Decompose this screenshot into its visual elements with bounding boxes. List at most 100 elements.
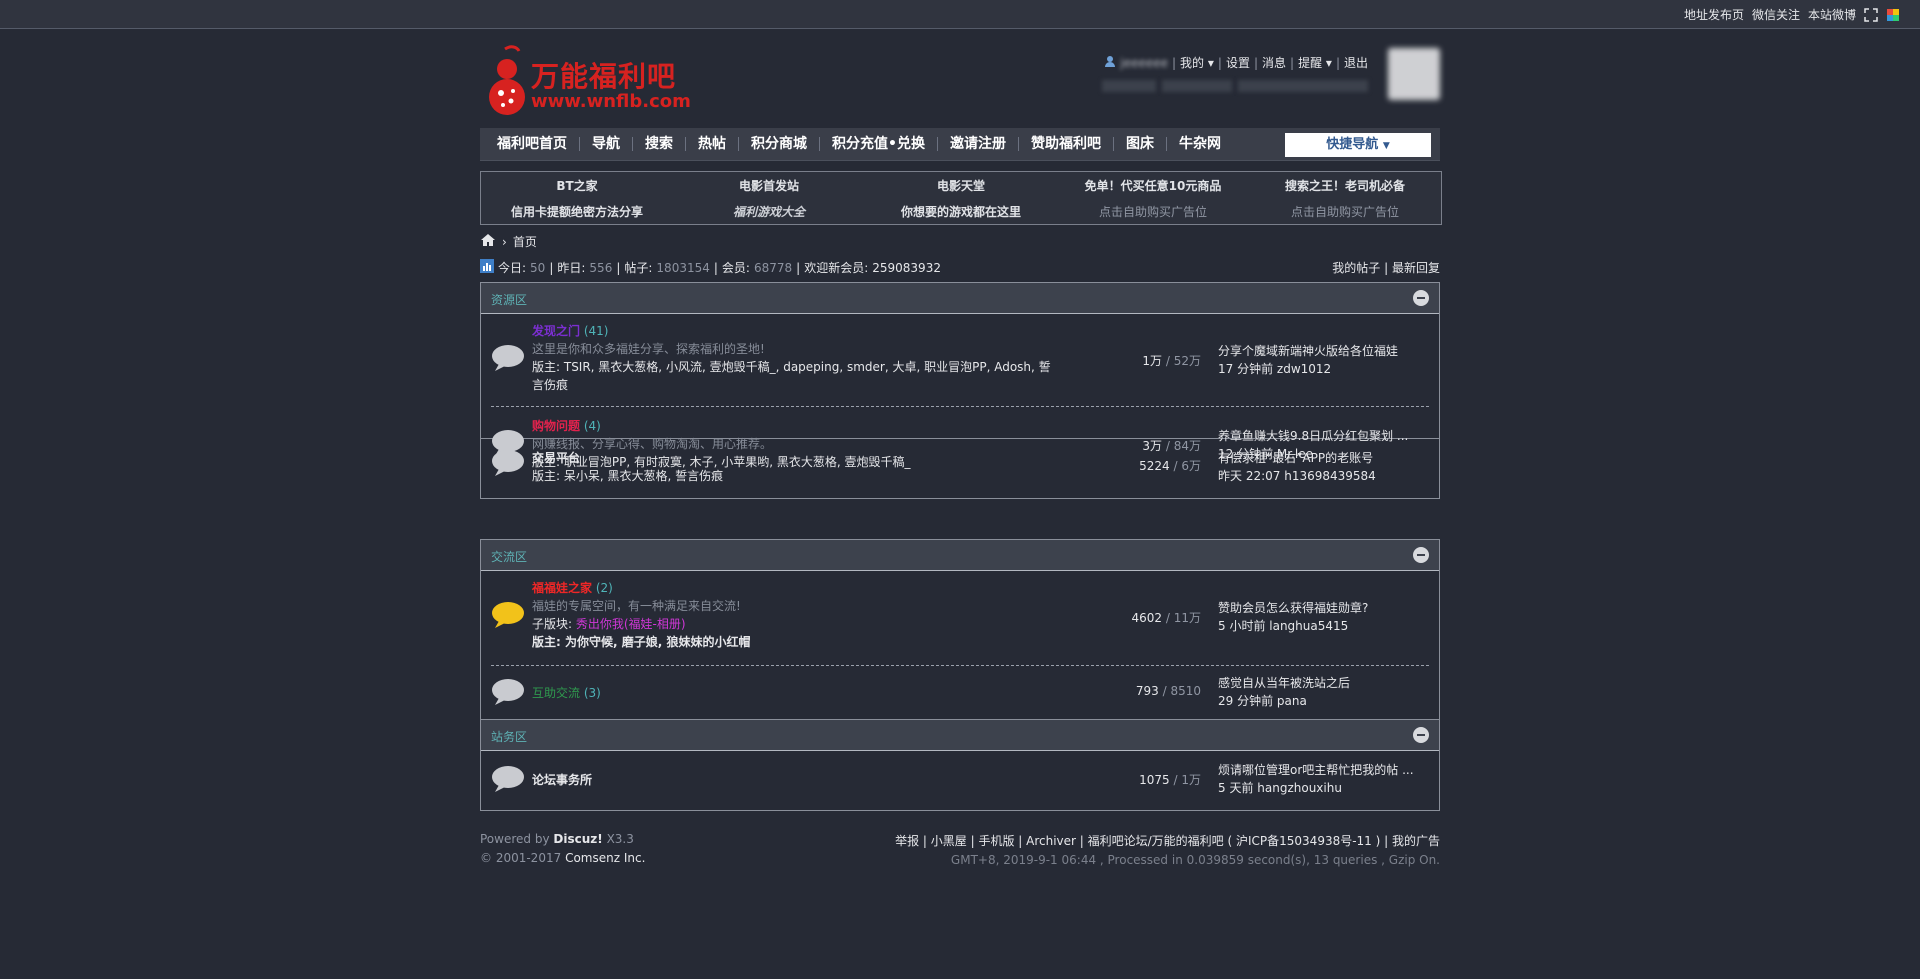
- user-bar: jeeeeee | 我的 ▾ | 设置 | 消息 | 提醒 ▾ | 退出: [1104, 54, 1368, 71]
- ad-link[interactable]: 搜索之王！老司机必备: [1249, 177, 1441, 194]
- footer-links[interactable]: 举报 | 小黑屋 | 手机版 | Archiver | 福利吧论坛/万能的福利吧…: [895, 832, 1440, 849]
- ad-link[interactable]: 电影首发站: [673, 177, 865, 194]
- user-menu-settings[interactable]: 设置: [1226, 54, 1250, 71]
- ad-link[interactable]: 点击自助购买广告位: [1249, 203, 1441, 220]
- stats-yesterday: 556: [589, 260, 613, 275]
- nav-item-mall[interactable]: 积分商城: [739, 137, 820, 151]
- forum-desc: 福娃的专属空间，有一种满足来自交流!: [532, 599, 741, 613]
- ad-link[interactable]: 你想要的游戏都在这里: [865, 203, 1057, 220]
- collapse-icon[interactable]: [1413, 547, 1429, 563]
- breadcrumb-separator: ›: [502, 234, 507, 249]
- forum-moderators: 版主: TSIR, 黑衣大葱格, 小风流, 壹炮毁千稿_, dapeping, …: [532, 360, 1051, 392]
- last-post-meta[interactable]: 5 小时前 langhua5415: [1218, 619, 1348, 633]
- stats-today-label: 今日:: [498, 261, 527, 275]
- forum-stats: 793 / 8510: [1135, 684, 1201, 698]
- nav-item-sponsor[interactable]: 赞助福利吧: [1019, 137, 1114, 151]
- top-link-weibo[interactable]: 本站微博: [1808, 6, 1856, 23]
- last-post-meta[interactable]: 5 天前 hangzhouxihu: [1218, 781, 1342, 795]
- subforum-link[interactable]: 秀出你我(福娃-相册): [576, 617, 686, 631]
- ad-link[interactable]: 免单！代买任意10元商品: [1057, 177, 1249, 194]
- section-title[interactable]: 交流区: [491, 548, 527, 565]
- stats-members: 68778: [753, 260, 793, 275]
- stats-members-label: 会员:: [721, 261, 750, 275]
- home-icon[interactable]: [480, 233, 496, 250]
- section-resources-cont: 交易平台 版主: 呆小呆, 黑衣大葱格, 誓言伤痕 5224 / 6万 有偿求租…: [480, 437, 1440, 499]
- section-title[interactable]: 站务区: [491, 728, 527, 745]
- section-header: 站务区: [481, 720, 1439, 751]
- site-logo[interactable]: 万能福利吧 www.wnflb.com: [483, 43, 691, 119]
- top-link-address[interactable]: 地址发布页: [1684, 6, 1744, 23]
- ad-links: BT之家 电影首发站 电影天堂 免单！代买任意10元商品 搜索之王！老司机必备 …: [480, 171, 1442, 225]
- quick-nav-button[interactable]: 快捷导航 ▼: [1285, 133, 1431, 157]
- user-menu-mine[interactable]: 我的 ▾: [1180, 54, 1214, 71]
- color-theme-icon[interactable]: [1886, 8, 1900, 22]
- section-title[interactable]: 资源区: [491, 291, 527, 308]
- forum-name[interactable]: 购物问题: [532, 419, 580, 433]
- top-link-wechat[interactable]: 微信关注: [1752, 6, 1800, 23]
- last-post-title[interactable]: 感觉自从当年被洗站之后: [1218, 676, 1350, 690]
- forum-bubble-icon: [492, 766, 524, 792]
- fullscreen-icon[interactable]: [1864, 7, 1878, 22]
- last-post-meta[interactable]: 29 分钟前 pana: [1218, 694, 1307, 708]
- forum-row: 互助交流 (3) 793 / 8510 感觉自从当年被洗站之后 29 分钟前 p…: [491, 666, 1429, 720]
- nav-item-guide[interactable]: 导航: [580, 137, 633, 151]
- user-menu-messages[interactable]: 消息: [1262, 54, 1286, 71]
- avatar[interactable]: [1388, 48, 1440, 100]
- stats-welcome-label: 欢迎新会员:: [804, 261, 869, 275]
- nav-item-niuza[interactable]: 牛杂网: [1167, 137, 1233, 151]
- ad-link[interactable]: 点击自助购买广告位: [1057, 203, 1249, 220]
- collapse-icon[interactable]: [1413, 290, 1429, 306]
- last-post-title[interactable]: 有偿求租“最右”APP的老账号: [1218, 451, 1373, 465]
- forum-row: 论坛事务所 1075 / 1万 烦请哪位管理or吧主帮忙把我的帖 ... 5 天…: [491, 751, 1429, 809]
- collapse-icon[interactable]: [1413, 727, 1429, 743]
- blurred-info-3: [1238, 80, 1368, 92]
- forum-stats: 今日: 50 | 昨日: 556 | 帖子: 1803154 | 会员: 68778 |…: [480, 259, 1440, 276]
- nav-item-search[interactable]: 搜索: [633, 137, 686, 151]
- blurred-info-2: [1162, 80, 1232, 92]
- username[interactable]: jeeeeee: [1120, 56, 1168, 70]
- stats-posts-label: 帖子:: [624, 261, 653, 275]
- forum-desc: 这里是你和众多福娃分享、探索福利的圣地!: [532, 342, 765, 356]
- breadcrumb-home[interactable]: 首页: [513, 233, 537, 250]
- forum-bubble-icon: [492, 450, 524, 476]
- stats-welcome-member[interactable]: 259083932: [872, 261, 941, 275]
- forum-last-post: 感觉自从当年被洗站之后 29 分钟前 pana: [1218, 674, 1428, 710]
- latest-replies-link[interactable]: 最新回复: [1392, 261, 1440, 275]
- blurred-info-1: [1102, 80, 1156, 92]
- forum-stats: 5224 / 6万: [1139, 459, 1201, 473]
- nav-item-imagebed[interactable]: 图床: [1114, 137, 1167, 151]
- last-post-meta[interactable]: 昨天 22:07 h13698439584: [1218, 469, 1376, 483]
- forum-name[interactable]: 福福娃之家: [532, 581, 592, 595]
- ad-link[interactable]: 信用卡提额绝密方法分享: [481, 203, 673, 220]
- section-exchange: 交流区 福福娃之家 (2) 福娃的专属空间，有一种满足来自交流! 子版块: 秀出…: [480, 539, 1440, 721]
- forum-last-post: 有偿求租“最右”APP的老账号 昨天 22:07 h13698439584: [1218, 449, 1428, 485]
- stats-today: 50: [530, 260, 546, 275]
- nav-item-home[interactable]: 福利吧首页: [485, 137, 580, 151]
- last-post-meta[interactable]: 17 分钟前 zdw1012: [1218, 362, 1331, 376]
- forum-count: (2): [595, 581, 613, 595]
- forum-name[interactable]: 交易平台: [532, 451, 580, 465]
- footer-copyright: © 2001-2017: [480, 851, 562, 865]
- ad-link[interactable]: BT之家: [481, 177, 673, 194]
- forum-name[interactable]: 论坛事务所: [532, 773, 592, 787]
- forum-bubble-new-icon: [492, 602, 524, 628]
- last-post-title[interactable]: 赞助会员怎么获得福娃勋章?: [1218, 601, 1368, 615]
- breadcrumb: › 首页: [480, 233, 1440, 250]
- footer-discuz-link[interactable]: Discuz!: [553, 832, 602, 846]
- nav-item-hot[interactable]: 热帖: [686, 137, 739, 151]
- user-menu-logout[interactable]: 退出: [1344, 54, 1368, 71]
- nav-item-invite[interactable]: 邀请注册: [938, 137, 1019, 151]
- forum-name[interactable]: 互助交流: [532, 686, 580, 700]
- forum-name[interactable]: 发现之门: [532, 324, 580, 338]
- my-posts-link[interactable]: 我的帖子: [1332, 261, 1380, 275]
- last-post-title[interactable]: 分享个魔域新端神火版给各位福娃: [1218, 344, 1398, 358]
- forum-row: 福福娃之家 (2) 福娃的专属空间，有一种满足来自交流! 子版块: 秀出你我(福…: [491, 571, 1429, 666]
- last-post-title[interactable]: 烦请哪位管理or吧主帮忙把我的帖 ...: [1218, 763, 1414, 777]
- footer-company-link[interactable]: Comsenz Inc.: [565, 851, 645, 865]
- main-nav: 福利吧首页 导航 搜索 热帖 积分商城 积分充值•兑换 邀请注册 赞助福利吧 图…: [480, 128, 1440, 161]
- ad-link[interactable]: 福利游戏大全: [673, 203, 865, 220]
- top-bar: 地址发布页 微信关注 本站微博: [0, 0, 1920, 29]
- ad-link[interactable]: 电影天堂: [865, 177, 1057, 194]
- nav-item-recharge[interactable]: 积分充值•兑换: [820, 137, 938, 151]
- user-menu-alerts[interactable]: 提醒 ▾: [1298, 54, 1332, 71]
